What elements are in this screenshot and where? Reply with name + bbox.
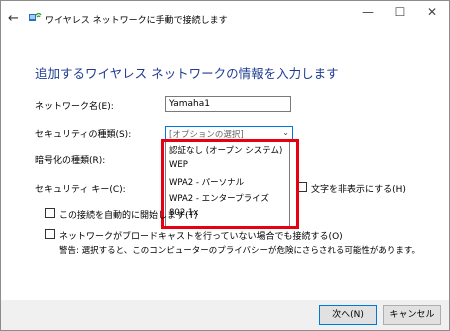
security-type-label: セキュリティの種類(S): bbox=[35, 130, 132, 140]
connect-no-broadcast-label: ネットワークがブロードキャストを行っていない場合でも接続する(O) bbox=[59, 232, 343, 242]
wireless-network-icon bbox=[29, 12, 42, 21]
auto-connect-checkbox[interactable] bbox=[45, 208, 55, 218]
connect-no-broadcast-checkbox[interactable] bbox=[45, 229, 55, 239]
security-key-label: セキュリティ キー(C): bbox=[35, 185, 126, 195]
window-title: ワイヤレス ネットワークに手動で接続します bbox=[45, 16, 228, 26]
hide-characters-label: 文字を非表示にする(H) bbox=[311, 185, 406, 195]
encryption-type-label: 暗号化の種類(R): bbox=[35, 156, 106, 166]
warning-text: 警告: 選択すると、このコンピューターのプライバシーが危険にさらされる可能性があ… bbox=[59, 246, 421, 256]
next-button[interactable]: 次へ(N) bbox=[319, 305, 377, 325]
page-heading: 追加するワイヤレス ネットワークの情報を入力します bbox=[35, 66, 339, 81]
maximize-button[interactable]: ☐ bbox=[385, 1, 415, 23]
footer-bar: 次へ(N) キャンセル bbox=[1, 300, 449, 330]
back-arrow-icon[interactable]: ← bbox=[8, 11, 19, 26]
auto-connect-label: この接続を自動的に開始します(T) bbox=[59, 211, 198, 221]
network-name-input[interactable]: Yamaha1 bbox=[165, 96, 291, 112]
minimize-button[interactable]: — bbox=[353, 1, 383, 23]
network-name-label: ネットワーク名(E): bbox=[35, 102, 114, 112]
title-bar: ← ワイヤレス ネットワークに手動で接続します — ☐ ✕ bbox=[1, 1, 449, 31]
close-button[interactable]: ✕ bbox=[417, 1, 447, 23]
cancel-button[interactable]: キャンセル bbox=[383, 305, 441, 325]
chevron-down-icon: ⌄ bbox=[282, 128, 289, 137]
wireless-setup-window: ← ワイヤレス ネットワークに手動で接続します — ☐ ✕ 追加するワイヤレス … bbox=[0, 0, 450, 331]
security-type-select[interactable]: [オプションの選択] ⌄ bbox=[165, 126, 293, 140]
